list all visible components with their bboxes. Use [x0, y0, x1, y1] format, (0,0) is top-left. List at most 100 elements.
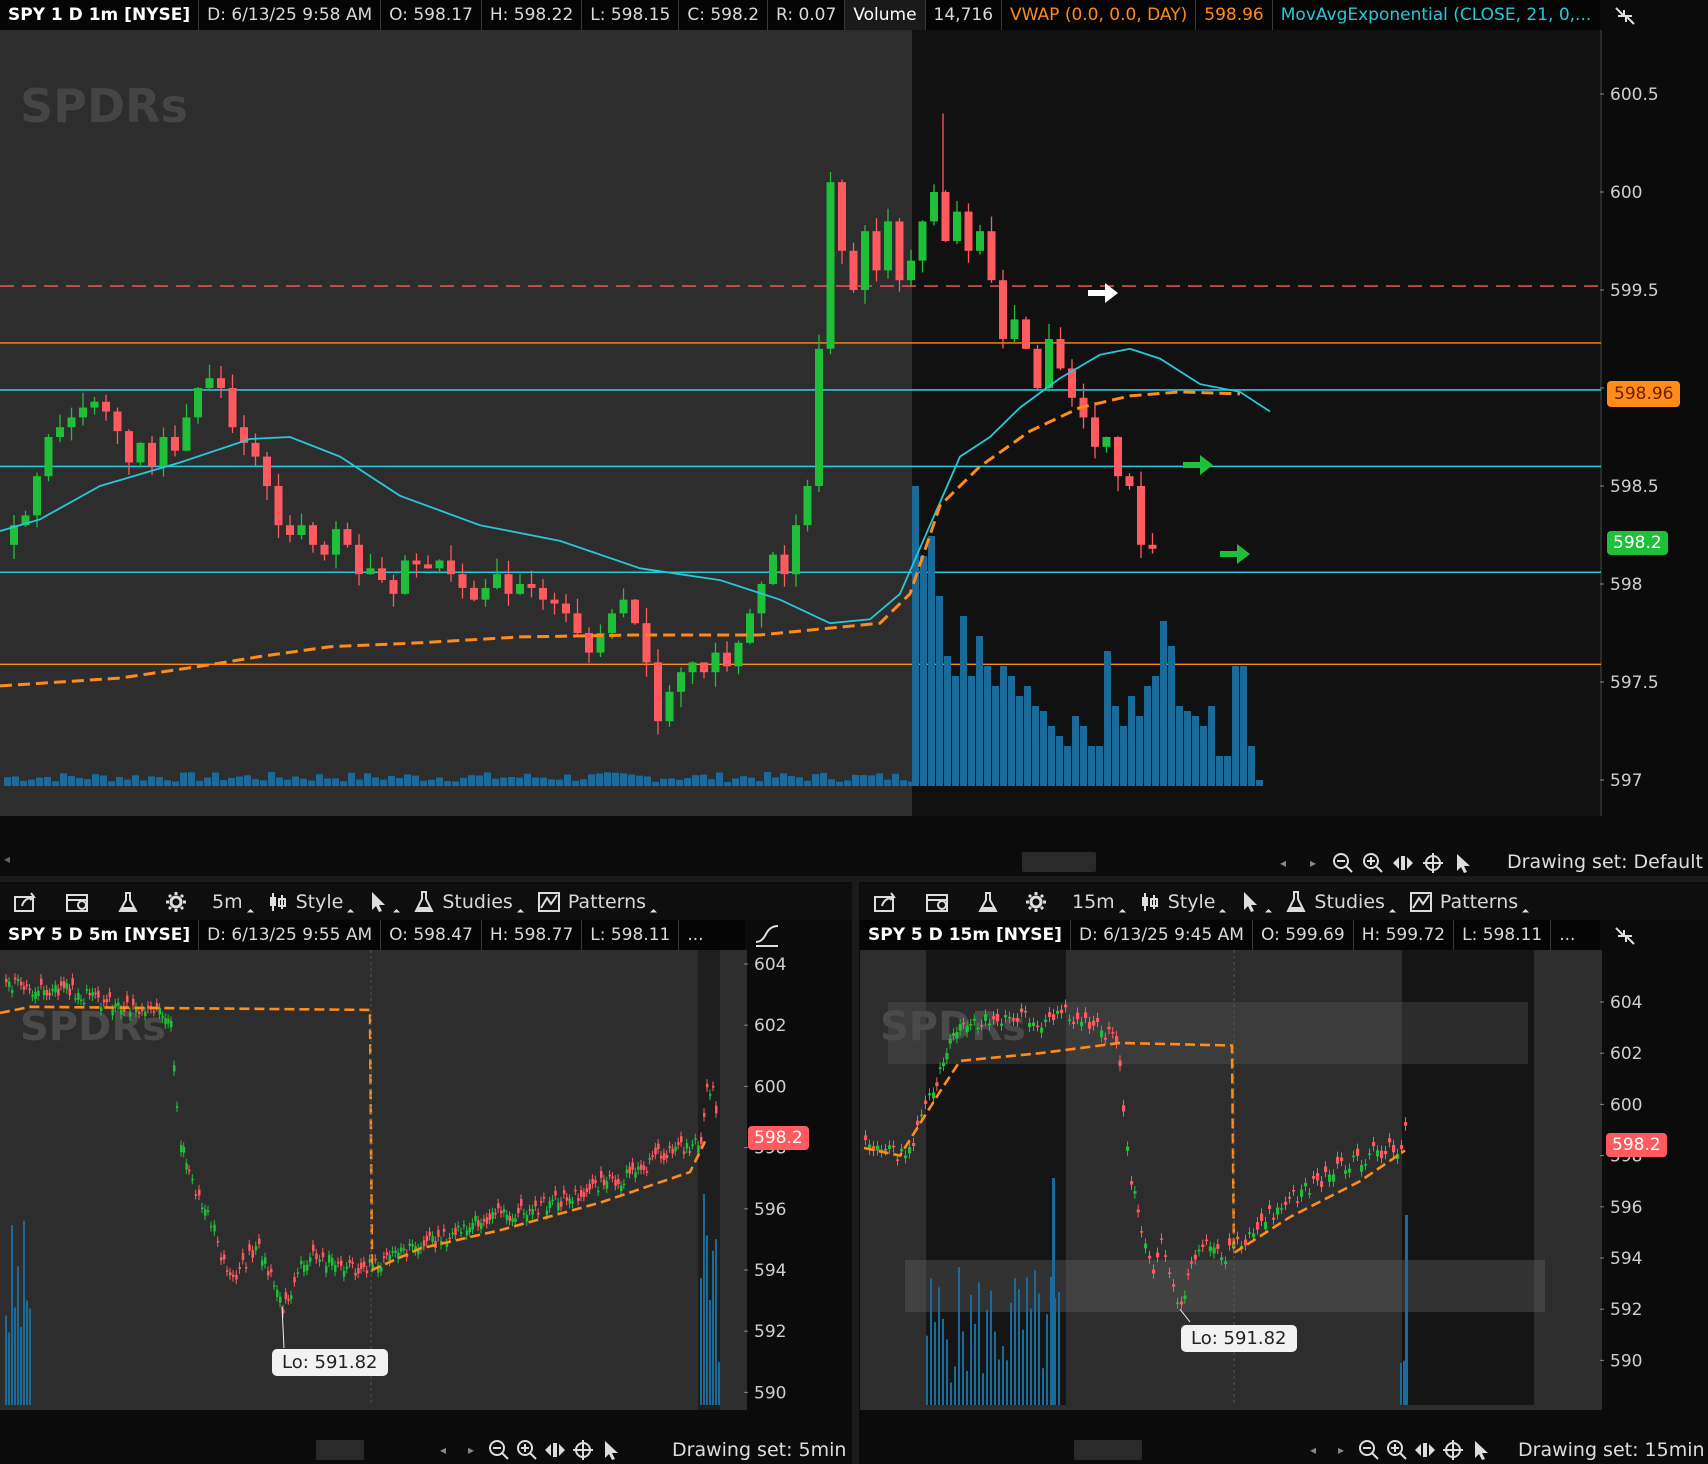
right-scroll-thumb[interactable]: [1074, 1440, 1142, 1460]
timeframe-selector[interactable]: 5m: [200, 884, 255, 920]
style-menu[interactable]: Style: [255, 884, 356, 920]
crosshair-icon[interactable]: [570, 1437, 596, 1463]
flexible-grid-icon[interactable]: [912, 884, 964, 920]
main-chart[interactable]: SPDRs 600.5600599.5599598.5598597.5597 8…: [0, 30, 1708, 816]
zoom-in-icon[interactable]: [1360, 850, 1386, 876]
style-menu[interactable]: Style: [1127, 884, 1228, 920]
zoom-out-icon[interactable]: [486, 1437, 512, 1463]
down-candle: [562, 603, 570, 614]
pointer-icon[interactable]: [1468, 1437, 1494, 1463]
cursor-menu[interactable]: [355, 884, 401, 920]
vertical-pane-divider[interactable]: [852, 882, 859, 1464]
zoom-out-icon[interactable]: [1330, 850, 1356, 876]
main-symbol[interactable]: SPY 1 D 1m [NYSE]: [0, 0, 200, 30]
up-candle: [1348, 1168, 1352, 1173]
down-candle: [1400, 1145, 1404, 1150]
share-icon[interactable]: [860, 884, 912, 920]
share-icon[interactable]: [0, 884, 52, 920]
right-more[interactable]: ...: [1551, 920, 1583, 950]
scroll-left-icon[interactable]: ◂: [1270, 850, 1296, 876]
scroll-right-icon[interactable]: ▸: [1328, 1437, 1354, 1463]
down-candle: [585, 1188, 589, 1193]
volume-bar: [1002, 1346, 1004, 1405]
down-candle: [1130, 1181, 1134, 1185]
crosshair-icon[interactable]: [1440, 1437, 1466, 1463]
down-candle: [1384, 1150, 1388, 1155]
expand-chart-icon[interactable]: [752, 922, 782, 950]
flask-icon[interactable]: [964, 884, 1012, 920]
pan-icon[interactable]: [1390, 850, 1416, 876]
scroll-right-icon[interactable]: ▸: [458, 1437, 484, 1463]
zoom-out-icon[interactable]: [1356, 1437, 1382, 1463]
studies-menu[interactable]: Studies: [401, 884, 524, 920]
volume-bar: [912, 486, 919, 786]
volume-bar: [164, 780, 171, 786]
up-candle: [303, 1265, 306, 1272]
timeframe-label: 5m: [212, 891, 243, 913]
volume-bar: [68, 776, 75, 786]
left-scroll-thumb[interactable]: [316, 1440, 364, 1460]
pan-icon[interactable]: [542, 1437, 568, 1463]
down-candle: [71, 978, 74, 986]
left-symbol[interactable]: SPY 5 D 5m [NYSE]: [0, 920, 200, 950]
scroll-left-icon[interactable]: ◂: [430, 1437, 456, 1463]
scroll-right-icon[interactable]: ▸: [1300, 850, 1326, 876]
patterns-menu[interactable]: Patterns: [525, 884, 658, 920]
gear-icon[interactable]: [1012, 884, 1060, 920]
right-drawing-set[interactable]: Drawing set: 15min: [1518, 1439, 1705, 1461]
zoom-in-icon[interactable]: [514, 1437, 540, 1463]
volume-bar: [628, 774, 635, 786]
crosshair-icon[interactable]: [1420, 850, 1446, 876]
price-axis-label: 590: [1610, 1351, 1642, 1371]
scroll-left-icon[interactable]: ◂: [4, 852, 10, 866]
up-candle: [531, 1209, 534, 1215]
volume-bar: [604, 772, 611, 786]
volume-bar: [236, 776, 243, 786]
down-candle: [1340, 1157, 1344, 1162]
down-candle: [677, 1142, 680, 1145]
pointer-icon[interactable]: [598, 1437, 624, 1463]
ema-study-label[interactable]: MovAvgExponential (CLOSE, 21, 0,...: [1273, 0, 1600, 30]
volume-bar: [990, 1290, 992, 1405]
up-candle: [1102, 437, 1111, 447]
volume-bar: [984, 666, 991, 786]
style-icon: [1141, 893, 1158, 911]
price-axis-label: 599.5: [1610, 281, 1659, 301]
down-candle: [703, 1112, 706, 1117]
main-scroll-thumb[interactable]: [1022, 852, 1096, 872]
scroll-left-icon[interactable]: ◂: [1300, 1437, 1326, 1463]
left-chart[interactable]: SPDRs 604602600598596594592590 161719202…: [0, 950, 852, 1410]
flask-icon[interactable]: [104, 884, 152, 920]
cursor-menu[interactable]: [1227, 884, 1273, 920]
vwap-study-label[interactable]: VWAP (0.0, 0.0, DAY): [1002, 0, 1197, 30]
up-candle: [545, 1210, 549, 1216]
pointer-icon[interactable]: [1450, 850, 1476, 876]
timeframe-selector[interactable]: 15m: [1060, 884, 1127, 920]
main-drawing-set[interactable]: Drawing set: Default: [1507, 851, 1703, 873]
up-candle: [1008, 1016, 1012, 1019]
left-drawing-set[interactable]: Drawing set: 5min: [672, 1439, 846, 1461]
up-candle: [1368, 1153, 1372, 1155]
right-symbol[interactable]: SPY 5 D 15m [NYSE]: [860, 920, 1071, 950]
flexible-grid-icon[interactable]: [52, 884, 104, 920]
gear-icon[interactable]: [152, 884, 200, 920]
collapse-icon[interactable]: [1610, 922, 1640, 950]
volume-bar: [1056, 736, 1063, 786]
down-candle: [286, 525, 294, 535]
up-candle: [988, 1023, 992, 1026]
volume-bar: [804, 780, 811, 786]
style-label: Style: [1167, 891, 1216, 913]
volume-study-label[interactable]: Volume: [845, 0, 926, 30]
up-candle: [290, 1295, 293, 1300]
zoom-in-icon[interactable]: [1384, 1437, 1410, 1463]
left-more[interactable]: ...: [679, 920, 711, 950]
left-scrollbar-row: ◂ ▸ Drawing set: 5min: [0, 1436, 852, 1464]
pan-icon[interactable]: [1412, 1437, 1438, 1463]
volume-bar: [356, 779, 363, 786]
patterns-menu[interactable]: Patterns: [1397, 884, 1530, 920]
up-candle: [300, 1260, 303, 1265]
collapse-icon[interactable]: [1610, 2, 1640, 30]
studies-menu[interactable]: Studies: [1273, 884, 1396, 920]
volume-value: 14,716: [926, 0, 1003, 30]
volume-bar: [1104, 651, 1111, 786]
